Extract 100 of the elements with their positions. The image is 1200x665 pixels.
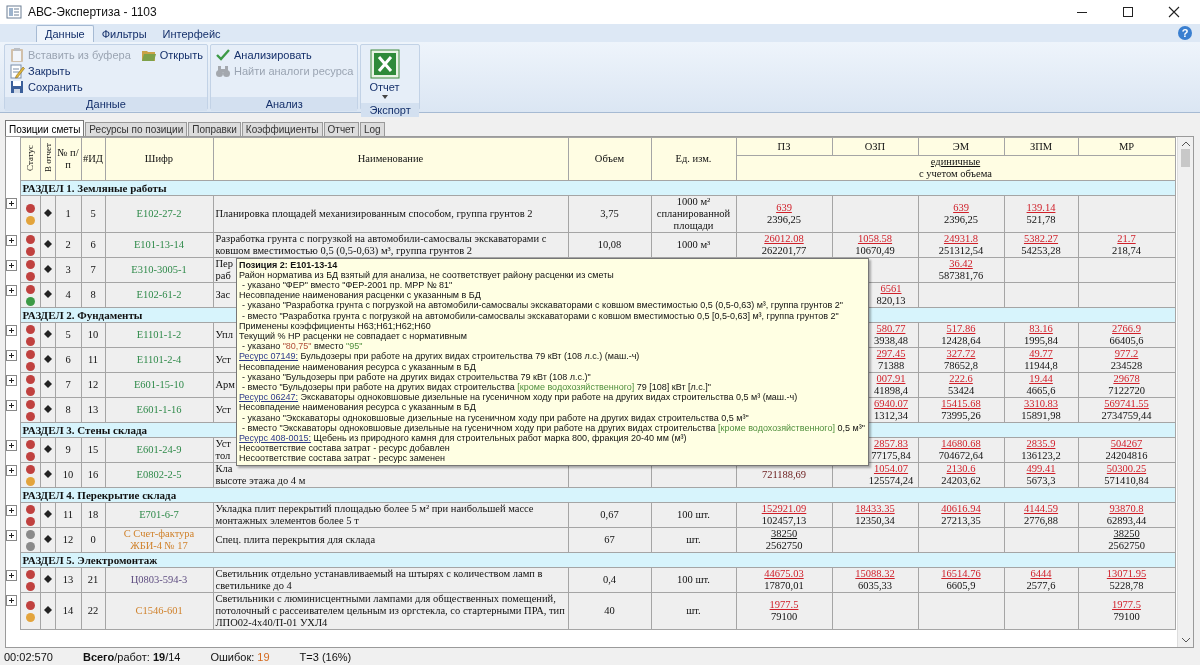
- ribbon-button[interactable]: Сохранить: [9, 79, 131, 95]
- expand-icon[interactable]: [6, 529, 17, 541]
- expand-icon[interactable]: [6, 324, 17, 336]
- expand-icon[interactable]: [6, 569, 17, 581]
- ribbon-button[interactable]: Открыть: [140, 47, 203, 63]
- diamond-icon[interactable]: [43, 380, 52, 388]
- column-header[interactable]: ОЗП: [864, 140, 886, 152]
- tab[interactable]: Поправки: [188, 122, 241, 136]
- unit-price[interactable]: 152921.09: [761, 503, 807, 515]
- resource-link[interactable]: Ресурс 408-0015:: [239, 432, 312, 443]
- unit-price[interactable]: 21.7: [1117, 233, 1136, 245]
- diamond-icon[interactable]: [43, 209, 52, 217]
- resource-link[interactable]: Ресурс 06247:: [239, 392, 299, 403]
- column-header[interactable]: ЭМ: [952, 140, 970, 152]
- unit-price[interactable]: 38250: [1113, 528, 1140, 540]
- scroll-up-icon[interactable]: [1181, 141, 1190, 146]
- expand-icon[interactable]: [6, 464, 17, 476]
- tab[interactable]: Ресурсы по позиции: [85, 122, 188, 136]
- unit-price[interactable]: 639: [953, 202, 969, 214]
- diamond-icon[interactable]: [43, 290, 52, 298]
- unit-price[interactable]: 1054.07: [873, 463, 909, 475]
- expand-icon[interactable]: [6, 234, 17, 246]
- ribbon-button[interactable]: Закрыть: [9, 63, 131, 79]
- diamond-icon[interactable]: [43, 510, 52, 518]
- resource-link[interactable]: Ресурс 07149:: [239, 351, 299, 362]
- unit-price[interactable]: 2130.6: [946, 463, 976, 475]
- diamond-icon[interactable]: [43, 535, 52, 543]
- help-button[interactable]: ?: [1178, 26, 1192, 40]
- unit-price[interactable]: 93870.8: [1109, 503, 1144, 515]
- expand-icon[interactable]: [6, 259, 17, 271]
- unit-price[interactable]: 29678: [1113, 373, 1140, 385]
- unit-price[interactable]: 83.16: [1029, 323, 1053, 335]
- diamond-icon[interactable]: [43, 470, 52, 478]
- unit-price[interactable]: 639: [776, 202, 792, 214]
- diamond-icon[interactable]: [43, 575, 52, 583]
- scrollbar[interactable]: [1177, 137, 1193, 647]
- tab[interactable]: Коэффициенты: [241, 122, 323, 136]
- diamond-icon[interactable]: [43, 330, 52, 338]
- expand-icon[interactable]: [6, 399, 17, 411]
- expand-icon[interactable]: [6, 439, 17, 451]
- unit-price[interactable]: 517.86: [946, 323, 976, 335]
- tab[interactable]: Log: [359, 122, 385, 136]
- unit-price[interactable]: 3310.83: [1023, 398, 1059, 410]
- diamond-icon[interactable]: [43, 405, 52, 413]
- unit-price[interactable]: 36.42: [949, 258, 973, 270]
- unit-price[interactable]: 15088.32: [855, 568, 895, 580]
- unit-price[interactable]: 297.45: [876, 348, 906, 360]
- unit-price[interactable]: 44675.03: [764, 568, 804, 580]
- column-header[interactable]: МР: [1118, 140, 1135, 152]
- column-header[interactable]: ПЗ: [777, 140, 791, 152]
- unit-price[interactable]: 327.72: [946, 348, 976, 360]
- unit-price[interactable]: 38250: [770, 528, 798, 540]
- unit-price[interactable]: 139.14: [1026, 202, 1056, 214]
- unit-price[interactable]: 19.44: [1029, 373, 1053, 385]
- ribbon-tab[interactable]: Данные: [36, 25, 94, 42]
- unit-price[interactable]: 222.6: [949, 373, 973, 385]
- unit-price[interactable]: 24931.8: [943, 233, 979, 245]
- unit-price[interactable]: 499.41: [1026, 463, 1056, 475]
- expand-icon[interactable]: [6, 284, 17, 296]
- ribbon-tab[interactable]: Интерфейс: [154, 26, 229, 42]
- unit-price[interactable]: 2766.9: [1112, 323, 1141, 335]
- unit-price[interactable]: 1977.5: [769, 599, 799, 611]
- scroll-thumb[interactable]: [1181, 149, 1190, 167]
- unit-price[interactable]: 16514.76: [941, 568, 981, 580]
- unit-price[interactable]: 5382.27: [1023, 233, 1059, 245]
- unit-price[interactable]: 4144.59: [1023, 503, 1059, 515]
- unit-price[interactable]: 1058.58: [857, 233, 893, 245]
- unit-price[interactable]: 40616.94: [941, 503, 981, 515]
- expand-icon[interactable]: [6, 504, 17, 516]
- diamond-icon[interactable]: [43, 355, 52, 363]
- tab[interactable]: Отчет: [323, 122, 359, 136]
- maximize-icon[interactable]: [1122, 6, 1134, 18]
- tab[interactable]: Позиции сметы: [5, 120, 85, 136]
- expand-icon[interactable]: [6, 197, 17, 209]
- unit-price[interactable]: 6561: [880, 283, 902, 295]
- close-icon[interactable]: [1168, 6, 1180, 18]
- expand-icon[interactable]: [6, 349, 17, 361]
- unit-price[interactable]: 14680.68: [941, 438, 981, 450]
- unit-price[interactable]: 50300.25: [1106, 463, 1147, 475]
- unit-price[interactable]: 569741.55: [1104, 398, 1149, 410]
- unit-price[interactable]: 580.77: [876, 323, 906, 335]
- scroll-down-icon[interactable]: [1181, 638, 1190, 643]
- unit-price[interactable]: 504267: [1110, 438, 1143, 450]
- expand-icon[interactable]: [6, 594, 17, 606]
- expand-icon[interactable]: [6, 374, 17, 386]
- diamond-icon[interactable]: [43, 240, 52, 248]
- unit-price[interactable]: 18433.35: [855, 503, 895, 515]
- diamond-icon[interactable]: [43, 445, 52, 453]
- unit-price[interactable]: 15415.68: [941, 398, 981, 410]
- unit-price[interactable]: 1977.5: [1112, 599, 1141, 611]
- unit-price[interactable]: 977.2: [1114, 348, 1139, 360]
- unit-price[interactable]: 49.77: [1029, 348, 1053, 360]
- ribbon-tab[interactable]: Фильтры: [93, 26, 155, 42]
- unit-price[interactable]: 6940.07: [873, 398, 909, 410]
- ribbon-button[interactable]: Анализировать: [214, 47, 354, 63]
- unit-price[interactable]: 007.91: [876, 373, 906, 385]
- unit-price[interactable]: 6444: [1030, 568, 1052, 580]
- diamond-icon[interactable]: [43, 606, 52, 614]
- unit-price[interactable]: 2857.83: [873, 438, 909, 450]
- unit-price[interactable]: 13071.95: [1106, 568, 1147, 580]
